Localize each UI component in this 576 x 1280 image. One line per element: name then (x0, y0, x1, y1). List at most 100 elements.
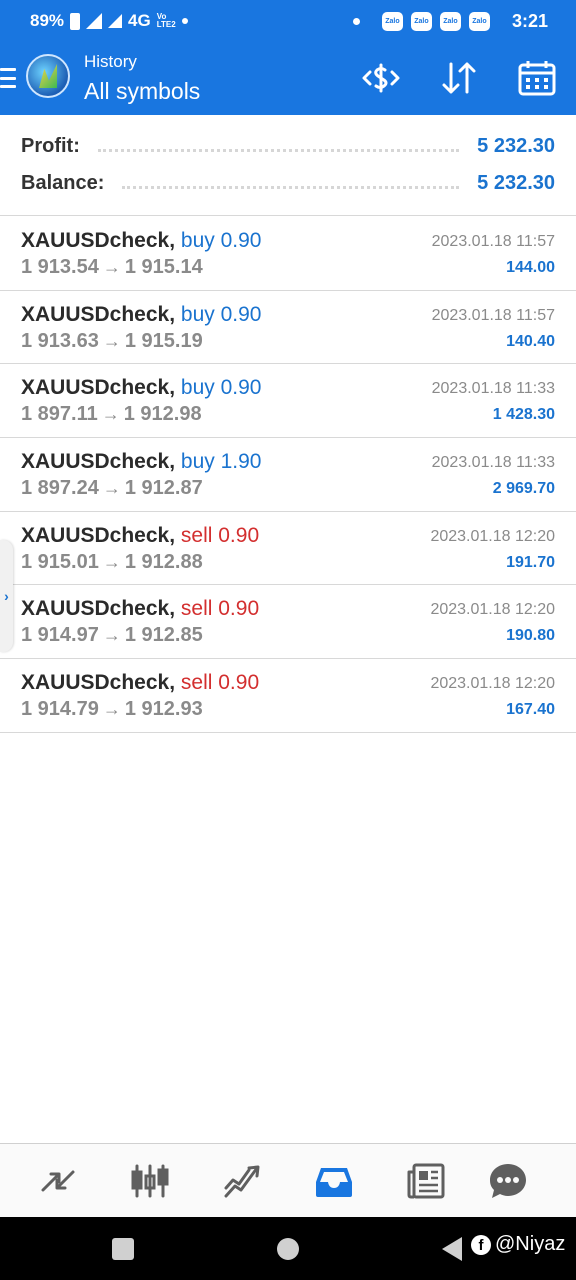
deal-time: 2023.01.18 11:57 (431, 306, 555, 324)
deal-prices: 1 897.11 → 1 912.98 (21, 403, 202, 426)
deal-profit: 2 969.70 (492, 480, 555, 498)
deal-type: buy 1.90 (180, 450, 262, 474)
zalo-icon: Zalo (410, 12, 432, 31)
deal-prices: 1 914.97 → 1 912.85 (21, 624, 203, 647)
deal-open-price: 1 914.97 (21, 624, 99, 647)
home-button[interactable] (277, 1238, 299, 1260)
deal-row[interactable]: XAUUSDcheck, sell 0.90 1 914.79 → 1 912.93 2… (0, 659, 576, 733)
header-subtitle: History (84, 52, 137, 71)
deal-row[interactable]: XAUUSDcheck, sell 0.90 1 914.97 → 1 912.85 2… (0, 585, 576, 660)
deal-title: XAUUSDcheck, buy 1.90 (21, 450, 261, 474)
clock: 3:21 (511, 11, 548, 31)
deal-row[interactable]: XAUUSDcheck, buy 0.90 1 897.11 → 1 912.98 20… (0, 364, 576, 439)
deal-open-price: 1 913.63 (21, 329, 99, 352)
deal-row[interactable]: XAUUSDcheck, buy 0.90 1 913.54 → 1 915.14 20… (0, 217, 576, 291)
deal-symbol: XAUUSDcheck, (21, 523, 176, 547)
sort-icon[interactable] (437, 56, 481, 100)
deal-time: 2023.01.18 12:20 (430, 601, 555, 619)
deal-close-price: 1 912.98 (123, 403, 202, 426)
bottom-tab-bar (0, 1143, 576, 1217)
profit-label: Profit: (21, 134, 80, 157)
notification-dot-icon-2 (352, 18, 360, 25)
calendar-icon[interactable] (515, 56, 559, 100)
deal-open-price: 1 914.79 (21, 698, 99, 721)
signal-icon-2 (108, 14, 123, 28)
deal-type: buy 0.90 (180, 302, 262, 326)
deal-close-price: 1 912.88 (124, 550, 203, 573)
deal-close-price: 1 915.19 (124, 329, 203, 352)
news-icon[interactable] (405, 1160, 447, 1202)
signal-icon (86, 13, 103, 29)
deal-symbol: XAUUSDcheck, (21, 302, 176, 326)
volte-icon: Vo LTE2 (157, 13, 176, 29)
deal-time: 2023.01.18 12:20 (430, 675, 555, 693)
facebook-icon: f (471, 1234, 491, 1255)
deal-open-price: 1 915.01 (21, 550, 99, 573)
arrow-right-icon: → (102, 257, 121, 277)
arrow-right-icon: → (102, 625, 121, 646)
balance-operations-icon[interactable] (359, 56, 403, 100)
deal-symbol: XAUUSDcheck, (21, 450, 176, 474)
deal-type: sell 0.90 (180, 671, 260, 695)
deal-title: XAUUSDcheck, buy 0.90 (21, 303, 261, 327)
deal-row[interactable]: XAUUSDcheck, buy 1.90 1 897.24 → 1 912.87 20… (0, 438, 576, 512)
deal-profit: 167.40 (506, 701, 555, 719)
deal-open-price: 1 897.24 (21, 477, 99, 500)
deal-symbol: XAUUSDcheck, (21, 376, 176, 400)
deal-row[interactable]: XAUUSDcheck, buy 0.90 1 913.63 → 1 915.19 20… (0, 291, 576, 365)
deals-list: XAUUSDcheck, buy 0.90 1 913.54 → 1 915.14 20… (0, 217, 576, 733)
chat-icon[interactable] (487, 1160, 529, 1202)
status-left: 89% 4G Vo LTE2 (30, 11, 188, 31)
deal-symbol: XAUUSDcheck, (21, 229, 176, 252)
deal-close-price: 1 912.85 (124, 624, 203, 647)
side-panel-handle[interactable]: › (0, 540, 13, 652)
back-button[interactable] (442, 1237, 462, 1261)
arrow-right-icon: → (101, 404, 120, 425)
deal-type: buy 0.90 (180, 376, 262, 400)
deal-prices: 1 914.79 → 1 912.93 (21, 698, 203, 721)
chevron-right-icon: › (4, 588, 9, 604)
summary-panel: Profit: 5 232.30 Balance: 5 232.30 (0, 115, 576, 216)
trade-icon[interactable] (221, 1160, 263, 1202)
deal-type: sell 0.90 (180, 597, 260, 621)
watermark-handle: @Niyaz (495, 1233, 566, 1255)
history-icon[interactable] (313, 1160, 355, 1202)
status-bar: 89% 4G Vo LTE2 Zalo Zalo Zalo Zalo 3:21 (0, 0, 576, 42)
deal-title: XAUUSDcheck, buy 0.90 (21, 376, 261, 400)
deal-prices: 1 897.24 → 1 912.87 (21, 477, 203, 500)
volte-bottom: LTE2 (156, 20, 176, 29)
deal-row[interactable]: XAUUSDcheck, sell 0.90 1 915.01 → 1 912.88 2… (0, 512, 576, 586)
deal-type: buy 0.90 (180, 229, 262, 252)
network-type: 4G (128, 11, 151, 30)
deal-open-price: 1 913.54 (21, 256, 99, 278)
menu-icon[interactable] (0, 68, 16, 88)
balance-row: Balance: 5 232.30 (21, 169, 555, 197)
deal-symbol: XAUUSDcheck, (21, 597, 176, 621)
deal-open-price: 1 897.11 (21, 403, 98, 426)
zalo-icon: Zalo (468, 12, 490, 31)
android-nav-bar: f @Niyaz (0, 1217, 576, 1280)
deal-profit: 1 428.30 (492, 406, 555, 424)
deal-close-price: 1 912.93 (124, 698, 203, 721)
quotes-icon[interactable] (37, 1160, 79, 1202)
recents-button[interactable] (112, 1238, 134, 1260)
notification-dot-icon (181, 18, 188, 24)
deal-type: sell 0.90 (180, 523, 260, 547)
status-right: Zalo Zalo Zalo Zalo 3:21 (352, 11, 548, 32)
header: History All symbols (0, 42, 576, 115)
deal-profit: 191.70 (506, 553, 555, 571)
chart-icon[interactable] (129, 1160, 171, 1202)
dotted-leader (122, 185, 460, 189)
arrow-right-icon: → (102, 330, 121, 351)
app-logo-icon[interactable] (26, 54, 70, 98)
profit-value: 5 232.30 (477, 134, 555, 157)
arrow-right-icon: → (102, 699, 121, 720)
balance-value: 5 232.30 (477, 171, 555, 194)
header-title[interactable]: All symbols (84, 78, 200, 105)
deal-title: XAUUSDcheck, sell 0.90 (21, 671, 259, 695)
battery-icon (70, 12, 81, 30)
watermark: f @Niyaz (471, 1233, 565, 1256)
deal-title: XAUUSDcheck, sell 0.90 (21, 597, 259, 621)
battery-percent: 89% (30, 11, 65, 30)
deal-profit: 190.80 (506, 627, 555, 645)
